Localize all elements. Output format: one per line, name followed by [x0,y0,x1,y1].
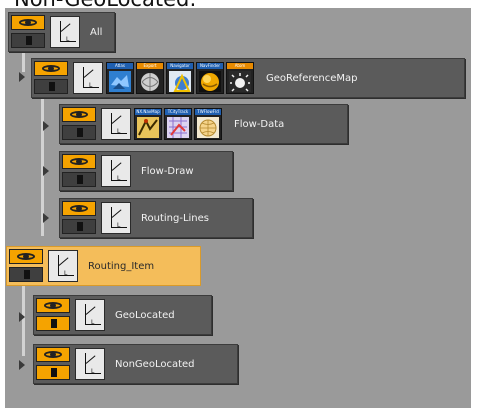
tree-connector [22,50,25,72]
expand-arrow-icon[interactable] [19,312,25,322]
visibility-toggle[interactable] [36,298,72,332]
visibility-toggle[interactable] [36,347,72,381]
sphere-icon [139,71,161,92]
thumbnail-label: NavFinder [197,63,223,69]
axis-icon[interactable]: L [101,202,131,234]
node-label: NonGeoLocated [115,358,195,370]
plugin-thumbnail[interactable]: Atlas [106,62,134,94]
visibility-toggle[interactable] [62,107,98,141]
visibility-toggle[interactable] [11,15,47,49]
eye-icon[interactable] [62,107,96,122]
grid-globe-icon [197,117,219,138]
expand-arrow-icon[interactable] [43,121,49,131]
globe-navigator-icon [169,71,191,92]
node-label: Routing_Item [88,260,155,272]
flow-map-icon [137,117,159,138]
expand-arrow-icon[interactable] [19,72,25,82]
axis-icon[interactable]: L [75,348,105,380]
thumbnail-label: TCityTrack [165,109,191,115]
thumbnail-label: TWFlowFld [195,109,221,115]
lock-icon[interactable] [62,219,96,234]
plugin-thumbnails: NX.NavMap TCityTrack TWFlowFld [134,108,224,140]
visibility-toggle[interactable] [9,249,45,283]
node-label: Flow-Draw [141,165,194,177]
tree-node-routing-lines[interactable]: L Routing-Lines [59,198,253,238]
sunburst-icon [229,71,251,92]
eye-icon[interactable] [36,298,70,313]
plugin-thumbnail[interactable]: Export [136,62,164,94]
visibility-toggle[interactable] [34,61,70,95]
tree-node-nongeolocated[interactable]: L NonGeoLocated [33,344,238,384]
lock-icon[interactable] [11,33,45,48]
node-label: Flow-Data [234,118,285,130]
plugin-thumbnail[interactable]: TCityTrack [164,108,192,140]
expand-arrow-icon[interactable] [19,360,25,370]
plugin-thumbnail[interactable]: NX.NavMap [134,108,162,140]
lock-icon[interactable] [62,125,96,140]
expand-arrow-icon[interactable] [43,166,49,176]
eye-icon[interactable] [9,249,43,264]
tree-node-flow-data[interactable]: L NX.NavMap TCityTrack TWFlowFld Flow-Da… [59,104,348,144]
axis-icon[interactable]: L [75,299,105,331]
eye-icon[interactable] [62,201,96,216]
node-label: All [90,26,103,38]
node-label: Routing-Lines [141,212,209,224]
visibility-toggle[interactable] [62,154,98,188]
city-map-icon [167,117,189,138]
golden-globe-icon [199,71,221,92]
plugin-thumbnail[interactable]: Atom [226,62,254,94]
axis-icon[interactable]: L [101,108,131,140]
eye-icon[interactable] [36,347,70,362]
eye-icon[interactable] [34,61,68,76]
plugin-thumbnail[interactable]: Navigator [166,62,194,94]
lock-icon[interactable] [36,365,70,380]
lock-icon[interactable] [34,79,68,94]
thumbnail-label: Export [137,63,163,69]
tree-node-routing-item[interactable]: L Routing_Item [6,246,201,286]
lock-icon[interactable] [62,172,96,187]
tree-node-flow-draw[interactable]: L Flow-Draw [59,151,233,191]
scene-tree-panel: L All L Atlas Export Navigator NavFinder [5,8,471,408]
axis-icon[interactable]: L [73,62,103,94]
node-label: GeoLocated [115,309,175,321]
node-label: GeoReferenceMap [266,72,358,84]
thumbnail-label: Navigator [167,63,193,69]
plugin-thumbnail[interactable]: TWFlowFld [194,108,222,140]
plugin-thumbnail[interactable]: NavFinder [196,62,224,94]
thumbnail-label: Atom [227,63,253,69]
eye-icon[interactable] [11,15,45,30]
thumbnail-label: Atlas [107,63,133,69]
expand-arrow-icon[interactable] [43,213,49,223]
tree-node-all[interactable]: L All [8,12,115,52]
lock-icon[interactable] [36,316,70,331]
axis-icon[interactable]: L [48,250,78,282]
tree-node-georeferencemap[interactable]: L Atlas Export Navigator NavFinder Atom [31,58,465,98]
lock-icon[interactable] [9,267,43,282]
tree-node-geolocated[interactable]: L GeoLocated [33,295,212,335]
globe-map-icon [109,71,131,92]
thumbnail-label: NX.NavMap [135,109,161,115]
plugin-thumbnails: Atlas Export Navigator NavFinder Atom [106,62,256,94]
axis-icon[interactable]: L [101,155,131,187]
eye-icon[interactable] [62,154,96,169]
axis-icon[interactable]: L [50,16,80,48]
visibility-toggle[interactable] [62,201,98,235]
